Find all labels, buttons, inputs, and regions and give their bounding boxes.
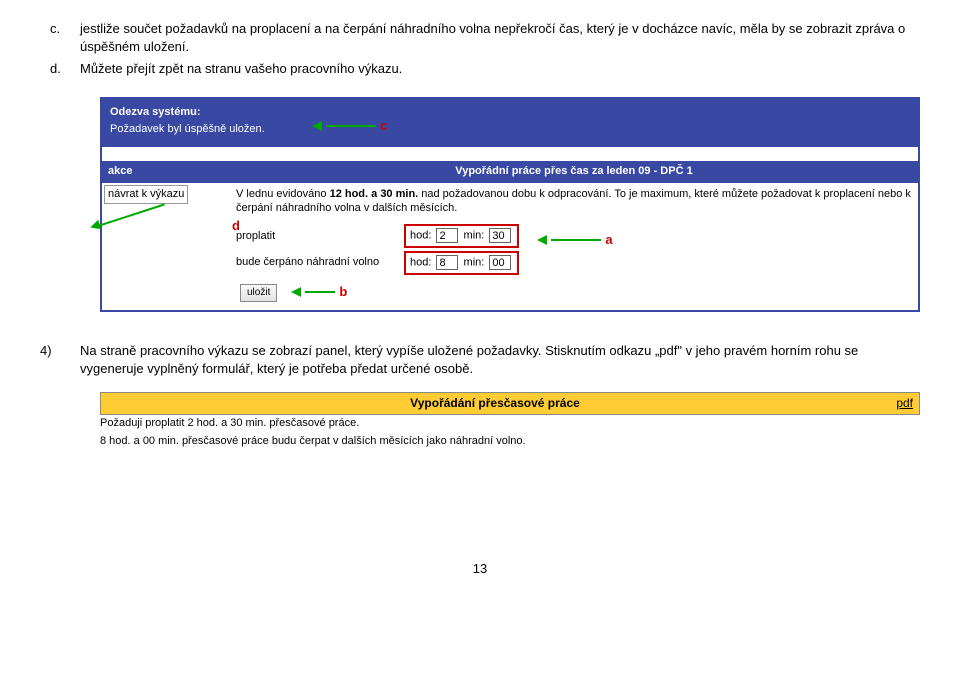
doc-list-item-d: d. Můžete přejít zpět na stranu vašeho p… xyxy=(40,60,920,78)
text-4: Na straně pracovního výkazu se zobrazí p… xyxy=(80,342,920,378)
info-prefix: V lednu evidováno xyxy=(236,188,330,200)
right-column: V lednu evidováno 12 hod. a 30 min. nad … xyxy=(230,183,918,310)
arrow-up-left-icon xyxy=(89,220,102,233)
arrow-left-icon xyxy=(537,235,547,245)
input-min-2[interactable] xyxy=(489,255,511,270)
table-header-akce: akce xyxy=(102,161,230,182)
arrow-line xyxy=(551,239,601,241)
min-label-2: min: xyxy=(464,257,485,269)
annotation-d: d xyxy=(98,217,240,235)
table-header-main: Vypořádní práce přes čas za leden 09 - D… xyxy=(230,161,918,182)
arrow-left-icon xyxy=(291,287,301,297)
doc-list-item-c: c. jestliže součet požadavků na proplace… xyxy=(40,20,920,56)
row-nahradni-volno: bude čerpáno náhradní volno hod: min: xyxy=(236,251,519,275)
annotation-c: c xyxy=(312,117,387,135)
arrow-line xyxy=(326,125,376,127)
table-header-row: akce Vypořádní práce přes čas za leden 0… xyxy=(102,161,918,182)
marker-4: 4) xyxy=(40,342,80,378)
arrow-left-icon xyxy=(312,121,322,131)
annotation-b: b xyxy=(291,283,347,301)
result-line-1: Požaduji proplatit 2 hod. a 30 min. přes… xyxy=(100,415,920,432)
system-response-msg: Požadavek byl úspěšně uložen. xyxy=(110,122,914,137)
yellow-header-title: Vypořádání přesčasové práce xyxy=(107,395,883,412)
row-proplatit: proplatit hod: min: xyxy=(236,224,519,248)
page-number: 13 xyxy=(40,560,920,578)
arrow-line xyxy=(305,291,335,293)
marker-d: d. xyxy=(40,60,80,78)
text-c: jestliže součet požadavků na proplacení … xyxy=(80,20,920,56)
info-line: V lednu evidováno 12 hod. a 30 min. nad … xyxy=(236,187,912,216)
save-button[interactable]: uložit xyxy=(240,284,277,302)
input-min-1[interactable] xyxy=(489,228,511,243)
text-d: Můžete přejít zpět na stranu vašeho prac… xyxy=(80,60,920,78)
white-strip xyxy=(102,147,918,161)
annotation-a: a xyxy=(537,231,612,249)
doc-list-item-4: 4) Na straně pracovního výkazu se zobraz… xyxy=(40,342,920,378)
hod-label-2: hod: xyxy=(410,257,431,269)
screenshot-overtime-panel: Vypořádání přesčasové práce pdf Požaduji… xyxy=(100,392,920,450)
red-box-inputs: hod: min: xyxy=(404,224,519,248)
input-hod-1[interactable] xyxy=(436,228,458,243)
yellow-header-row: Vypořádání přesčasové práce pdf xyxy=(100,392,920,415)
input-hod-2[interactable] xyxy=(436,255,458,270)
screenshot-system-response: Odezva systému: Požadavek byl úspěšně ul… xyxy=(100,97,920,313)
left-column: návrat k výkazu d xyxy=(102,183,230,310)
red-box-inputs-2: hod: min: xyxy=(404,251,519,275)
system-header: Odezva systému: Požadavek byl úspěšně ul… xyxy=(102,99,918,148)
arrow-line xyxy=(98,203,165,227)
pdf-link[interactable]: pdf xyxy=(883,395,913,412)
hod-label: hod: xyxy=(410,230,431,242)
annot-label-d: d xyxy=(232,217,240,235)
system-response-title: Odezva systému: xyxy=(110,105,914,120)
info-bold: 12 hod. a 30 min. xyxy=(330,188,419,200)
annot-label-c: c xyxy=(380,117,387,135)
annot-label-b: b xyxy=(339,283,347,301)
label-proplatit: proplatit xyxy=(236,229,404,244)
annot-label-a: a xyxy=(605,231,612,249)
navrat-button[interactable]: návrat k výkazu xyxy=(104,185,188,204)
result-line-2: 8 hod. a 00 min. přesčasové práce budu č… xyxy=(100,433,920,450)
body-row: návrat k výkazu d V lednu evidováno 12 h… xyxy=(102,183,918,310)
label-nahradni-volno: bude čerpáno náhradní volno xyxy=(236,255,404,270)
min-label: min: xyxy=(464,230,485,242)
marker-c: c. xyxy=(40,20,80,56)
